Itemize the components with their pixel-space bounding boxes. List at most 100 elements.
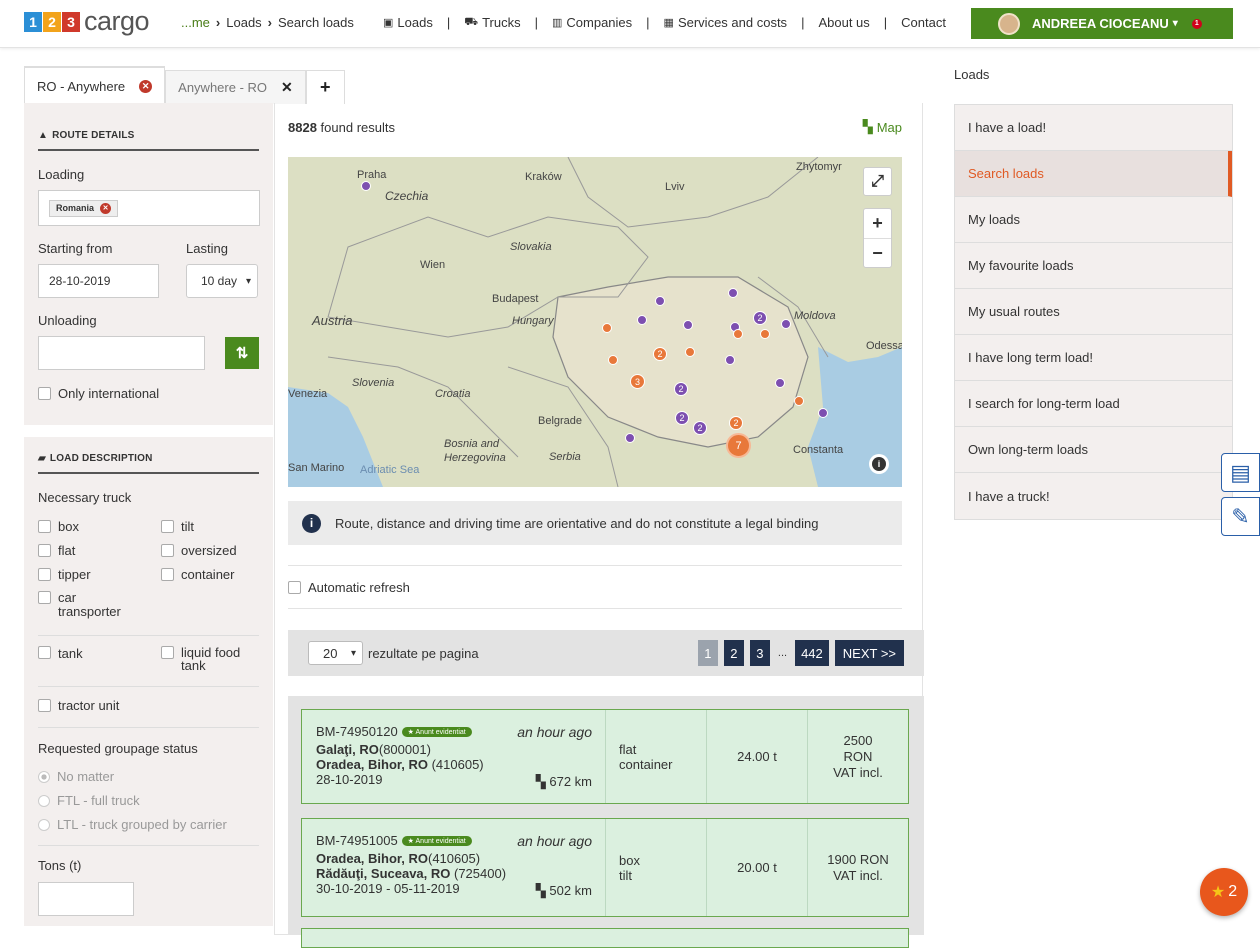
- map-marker[interactable]: [625, 433, 635, 443]
- map-marker[interactable]: [775, 378, 785, 388]
- checkbox[interactable]: [38, 699, 51, 712]
- map-marker[interactable]: [637, 315, 647, 325]
- map-marker[interactable]: [361, 181, 371, 191]
- swap-button[interactable]: ⇅: [225, 337, 259, 369]
- feedback-button[interactable]: ✎: [1221, 497, 1260, 536]
- zoom-out-button[interactable]: −: [864, 239, 891, 268]
- per-page-select[interactable]: 20 ▾: [308, 641, 363, 665]
- map-cluster[interactable]: 2: [653, 347, 667, 361]
- zoom-in-button[interactable]: +: [864, 209, 891, 239]
- map-marker[interactable]: [728, 288, 738, 298]
- checkbox[interactable]: [161, 646, 174, 659]
- auto-refresh-toggle[interactable]: Automatic refresh: [288, 580, 410, 595]
- menu-search-long-term-load[interactable]: I search for long-term load: [955, 381, 1232, 427]
- auto-refresh-checkbox[interactable]: [288, 580, 301, 594]
- map-marker[interactable]: [725, 355, 735, 365]
- map-marker[interactable]: [733, 329, 743, 339]
- page-link-last[interactable]: 442: [795, 640, 829, 666]
- nav-contact[interactable]: Contact: [901, 15, 946, 30]
- start-date-input[interactable]: 28-10-2019: [38, 264, 159, 298]
- map-info-button[interactable]: i: [869, 454, 889, 474]
- truck-box[interactable]: box: [38, 519, 161, 534]
- truck-tilt[interactable]: tilt: [161, 519, 237, 534]
- checkbox[interactable]: [38, 646, 51, 659]
- menu-my-loads[interactable]: My loads: [955, 197, 1232, 243]
- radio[interactable]: [38, 770, 50, 783]
- menu-my-favourite-loads[interactable]: My favourite loads: [955, 243, 1232, 289]
- only-international-row[interactable]: Only international: [38, 386, 259, 401]
- map-cluster[interactable]: 7: [726, 433, 751, 458]
- remove-chip-icon[interactable]: ✕: [100, 202, 112, 214]
- unloading-input[interactable]: [38, 336, 206, 370]
- breadcrumb-home[interactable]: ...me: [181, 15, 210, 30]
- truck-oversized[interactable]: oversized: [161, 543, 237, 558]
- breadcrumb-loads[interactable]: Loads: [226, 15, 261, 30]
- map-cluster[interactable]: 2: [729, 416, 743, 430]
- user-menu[interactable]: ANDREEA CIOCEANU ▾ 1: [971, 8, 1233, 39]
- menu-long-term-load[interactable]: I have long term load!: [955, 335, 1232, 381]
- nav-trucks[interactable]: ⛟ Trucks: [464, 15, 520, 30]
- map-cluster[interactable]: 2: [753, 311, 767, 325]
- map-marker[interactable]: [602, 323, 612, 333]
- map-marker[interactable]: [685, 347, 695, 357]
- map-marker[interactable]: [655, 296, 665, 306]
- truck-liquid-food-tank[interactable]: liquid food tank: [161, 646, 251, 672]
- nav-services[interactable]: ▦ Services and costs: [664, 15, 788, 30]
- menu-own-long-term-loads[interactable]: Own long-term loads: [955, 427, 1232, 473]
- page-link[interactable]: 2: [723, 640, 744, 666]
- menu-i-have-a-load[interactable]: I have a load!: [955, 105, 1232, 151]
- truck-tractor-unit[interactable]: tractor unit: [38, 698, 259, 713]
- load-card[interactable]: BM-74950120 ★ Anunt evidentiat an hour ag…: [301, 709, 909, 804]
- logo[interactable]: 1 2 3 cargo: [24, 6, 150, 37]
- map-cluster[interactable]: 2: [675, 411, 689, 425]
- map-marker[interactable]: [794, 396, 804, 406]
- radio[interactable]: [38, 794, 50, 807]
- nav-companies[interactable]: ▥ Companies: [552, 15, 632, 30]
- menu-my-usual-routes[interactable]: My usual routes: [955, 289, 1232, 335]
- nav-about[interactable]: About us: [818, 15, 869, 30]
- map-marker[interactable]: [781, 319, 791, 329]
- tab-anywhere-ro[interactable]: Anywhere - RO ✕: [165, 70, 306, 104]
- next-page-button[interactable]: NEXT >>: [834, 640, 904, 666]
- checkbox[interactable]: [38, 591, 51, 604]
- checkbox[interactable]: [38, 568, 51, 581]
- menu-i-have-a-truck[interactable]: I have a truck!: [955, 473, 1232, 519]
- close-icon[interactable]: ✕: [139, 79, 153, 93]
- nav-loads[interactable]: ▣ Loads: [383, 15, 433, 30]
- groupage-no-matter[interactable]: No matter: [38, 769, 259, 784]
- route-map[interactable]: Praha Kraków Zhytomyr Czechia Lviv Slova…: [288, 157, 902, 487]
- map-marker[interactable]: [608, 355, 618, 365]
- close-icon[interactable]: ✕: [281, 79, 293, 96]
- truck-car-transporter[interactable]: car transporter: [38, 591, 138, 619]
- map-cluster[interactable]: 2: [674, 382, 688, 396]
- notification-badge[interactable]: 1: [1191, 18, 1202, 29]
- rating-button[interactable]: ★ 2: [1200, 868, 1248, 916]
- map-cluster[interactable]: 2: [693, 421, 707, 435]
- menu-search-loads[interactable]: Search loads: [955, 151, 1232, 197]
- tab-ro-anywhere[interactable]: RO - Anywhere ✕: [24, 66, 166, 104]
- load-card[interactable]: [301, 928, 909, 948]
- map-marker[interactable]: [760, 329, 770, 339]
- add-tab-button[interactable]: +: [305, 70, 345, 104]
- tons-input[interactable]: [38, 882, 134, 916]
- page-link-current[interactable]: 1: [697, 640, 718, 666]
- page-link[interactable]: 3: [749, 640, 770, 666]
- truck-flat[interactable]: flat: [38, 543, 161, 558]
- checkbox[interactable]: [38, 520, 51, 533]
- groupage-ftl[interactable]: FTL - full truck: [38, 793, 259, 808]
- lasting-select[interactable]: 10 day ▾: [186, 264, 258, 298]
- truck-tipper[interactable]: tipper: [38, 567, 161, 582]
- checkbox[interactable]: [161, 520, 174, 533]
- checkbox[interactable]: [38, 544, 51, 557]
- map-marker[interactable]: [683, 320, 693, 330]
- only-international-checkbox[interactable]: [38, 387, 51, 400]
- groupage-ltl[interactable]: LTL - truck grouped by carrier: [38, 817, 259, 832]
- map-marker[interactable]: [818, 408, 828, 418]
- loading-input[interactable]: Romania ✕: [38, 190, 260, 226]
- map-link[interactable]: ▚ Map: [863, 119, 902, 135]
- truck-tank[interactable]: tank: [38, 646, 161, 672]
- radio[interactable]: [38, 818, 50, 831]
- fullscreen-button[interactable]: ⤢: [863, 167, 892, 196]
- checkbox[interactable]: [161, 568, 174, 581]
- chat-button[interactable]: ▤: [1221, 453, 1260, 492]
